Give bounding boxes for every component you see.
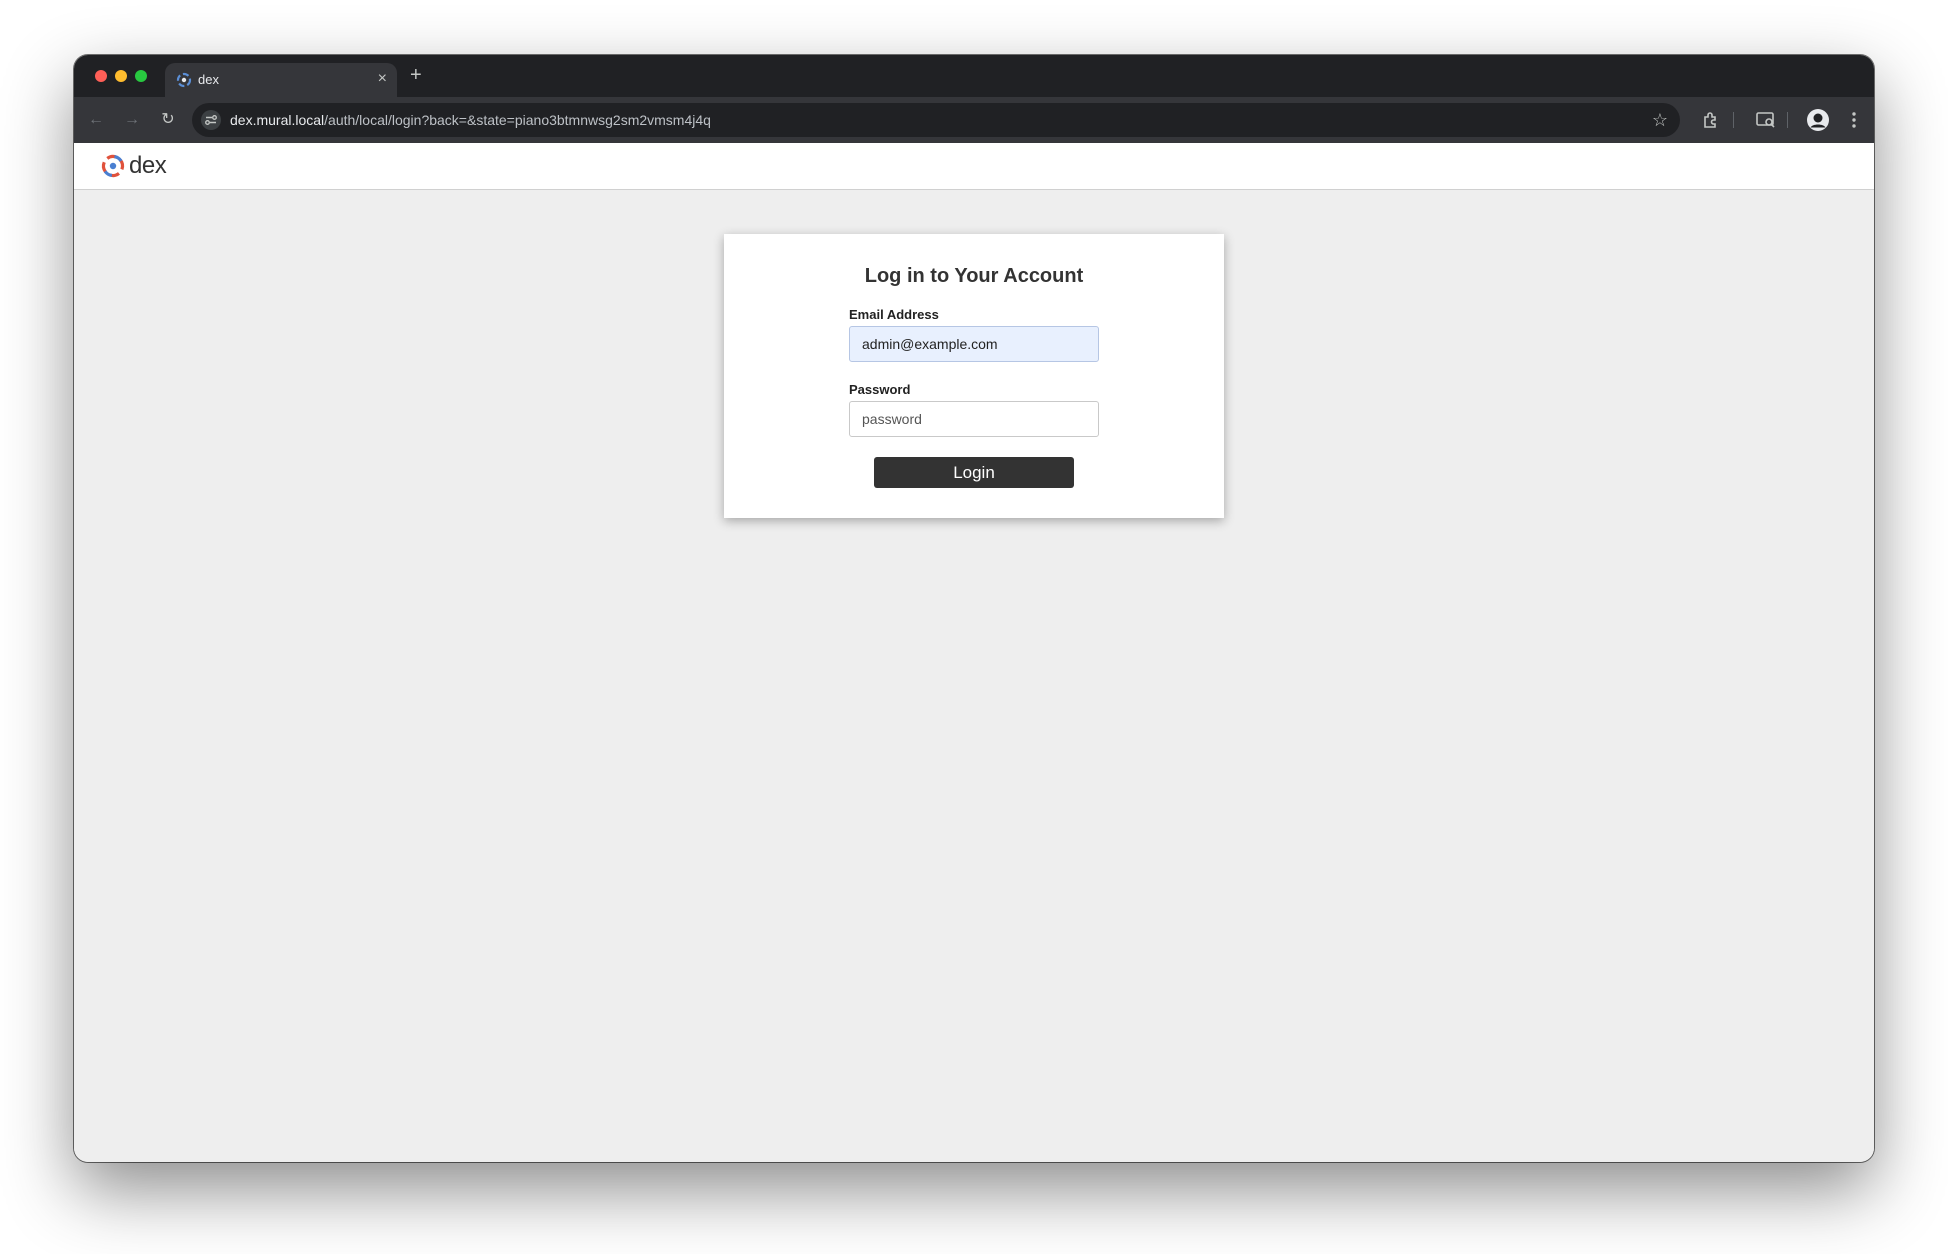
close-icon[interactable]: × (378, 70, 387, 88)
cast-search-icon[interactable] (1754, 108, 1778, 132)
login-card: Log in to Your Account Email Address Pas… (724, 234, 1224, 518)
dex-logo-text: dex (129, 152, 167, 179)
bookmark-star-icon[interactable]: ☆ (1652, 109, 1668, 131)
reload-icon[interactable]: ↻ (156, 108, 180, 132)
login-title: Log in to Your Account (864, 265, 1084, 287)
tab-strip: dex × + (74, 55, 1874, 97)
dex-header: dex (74, 143, 1874, 190)
page-content: dex Log in to Your Account Email Address… (74, 143, 1874, 1162)
browser-toolbar: ← → ↻ dex.mural.local/auth/local/login?b… (74, 97, 1874, 143)
more-menu-icon[interactable] (1842, 108, 1866, 132)
password-field[interactable] (849, 401, 1099, 437)
url-path: /auth/local/login?back=&state=piano3btmn… (324, 112, 711, 128)
close-window-button[interactable] (95, 70, 107, 82)
url-host: dex.mural.local (230, 112, 325, 128)
browser-window: dex × + ← → ↻ dex.mural.local/auth/local… (74, 55, 1874, 1162)
toolbar-separator (1733, 112, 1734, 128)
extensions-icon[interactable] (1700, 108, 1724, 132)
plus-icon[interactable]: + (410, 64, 422, 86)
login-button[interactable]: Login (874, 457, 1074, 488)
maximize-window-button[interactable] (135, 70, 147, 82)
dex-logo-icon (101, 154, 125, 178)
address-bar[interactable]: dex.mural.local/auth/local/login?back=&s… (192, 103, 1680, 137)
email-label: Email Address (849, 307, 939, 322)
back-arrow-icon[interactable]: ← (84, 108, 108, 132)
email-field[interactable] (849, 326, 1099, 362)
password-label: Password (849, 382, 911, 397)
tab-dex[interactable]: dex × (165, 63, 397, 97)
forward-arrow-icon[interactable]: → (120, 108, 144, 132)
profile-avatar-icon[interactable] (1806, 108, 1830, 132)
dex-favicon-icon (176, 72, 192, 88)
site-settings-icon[interactable] (200, 109, 222, 131)
toolbar-separator (1787, 112, 1788, 128)
minimize-window-button[interactable] (115, 70, 127, 82)
dex-logo[interactable]: dex (100, 152, 167, 180)
tab-title: dex (198, 72, 219, 87)
url-text: dex.mural.local/auth/local/login?back=&s… (230, 112, 711, 128)
